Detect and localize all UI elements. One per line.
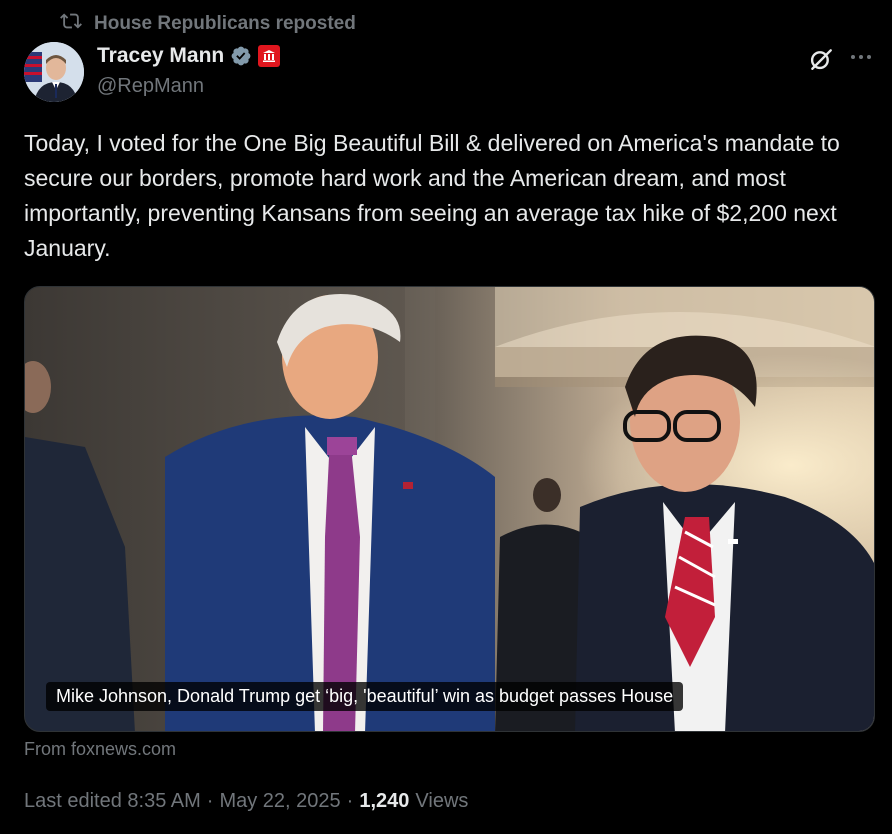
repost-label: House Republicans reposted: [94, 13, 356, 34]
author-name[interactable]: Tracey Mann: [97, 44, 224, 68]
edited-time[interactable]: Last edited 8:35 AM: [24, 790, 201, 813]
meta-separator: ·: [206, 790, 214, 812]
views-label: Views: [415, 790, 469, 812]
author-handle[interactable]: @RepMann: [97, 75, 204, 98]
tweet[interactable]: House Republicans reposted Tracey Mann @…: [0, 0, 892, 834]
government-affiliation-icon[interactable]: [258, 45, 281, 67]
tweet-text: Today, I voted for the One Big Beautiful…: [24, 130, 840, 261]
more-icon[interactable]: [846, 44, 876, 70]
tweet-meta: Last edited 8:35 AM · May 22, 2025 · 1,2…: [24, 790, 468, 813]
meta-separator: ·: [346, 790, 354, 812]
link-card[interactable]: Mike Johnson, Donald Trump get ‘big, 'be…: [24, 286, 875, 732]
card-headline: Mike Johnson, Donald Trump get ‘big, 'be…: [46, 682, 684, 711]
avatar[interactable]: [24, 42, 84, 102]
repost-indicator[interactable]: House Republicans reposted: [60, 10, 356, 38]
views-count[interactable]: 1,240: [359, 790, 409, 813]
card-image: [25, 287, 874, 731]
grok-icon[interactable]: [806, 44, 836, 74]
tweet-date[interactable]: May 22, 2025: [219, 790, 340, 813]
repost-icon: [60, 10, 82, 38]
verified-badge-icon: [230, 45, 252, 67]
card-source[interactable]: From foxnews.com: [24, 739, 176, 760]
